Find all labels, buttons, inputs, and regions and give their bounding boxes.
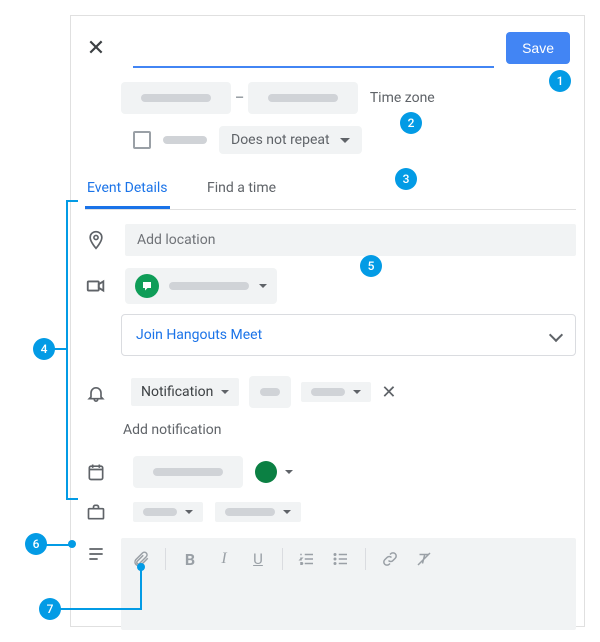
bulleted-list-icon[interactable] xyxy=(331,549,351,569)
start-datetime[interactable] xyxy=(121,82,231,114)
recurrence-select[interactable]: Does not repeat xyxy=(219,126,362,154)
save-button[interactable]: Save xyxy=(506,32,570,64)
add-notification-button[interactable]: Add notification xyxy=(121,422,222,438)
numbered-list-icon[interactable] xyxy=(297,549,317,569)
event-title-input[interactable] xyxy=(133,28,494,68)
timezone-link[interactable]: Time zone xyxy=(370,90,435,106)
allday-label xyxy=(163,136,207,144)
annotation-badge-1: 1 xyxy=(549,70,571,92)
link-icon[interactable] xyxy=(380,549,400,569)
chevron-down-icon xyxy=(259,284,267,288)
description-icon xyxy=(86,544,106,564)
briefcase-icon xyxy=(86,502,106,522)
chevron-down-icon xyxy=(221,390,229,394)
italic-icon[interactable]: I xyxy=(214,549,234,569)
chevron-down-icon xyxy=(285,470,293,474)
chevron-down-icon xyxy=(283,510,291,514)
end-datetime[interactable] xyxy=(248,82,358,114)
notification-unit-select[interactable] xyxy=(301,382,371,402)
underline-icon[interactable]: U xyxy=(248,549,268,569)
video-icon xyxy=(85,275,107,297)
notification-type-select[interactable]: Notification xyxy=(131,378,239,406)
tab-find-a-time[interactable]: Find a time xyxy=(205,170,278,206)
bell-icon xyxy=(86,382,106,402)
color-swatch xyxy=(255,461,277,483)
calendar-icon xyxy=(86,462,106,482)
description-editor[interactable]: B I U xyxy=(121,538,576,630)
annotation-badge-5: 5 xyxy=(360,255,382,277)
annotation-badge-7: 7 xyxy=(39,598,61,620)
conferencing-select[interactable] xyxy=(125,268,277,304)
hangouts-meet-icon xyxy=(135,274,159,298)
chevron-down-icon xyxy=(185,510,193,514)
annotation-badge-2: 2 xyxy=(400,112,422,134)
annotation-badge-6: 6 xyxy=(25,533,47,555)
close-icon[interactable]: ✕ xyxy=(87,36,105,61)
availability-select[interactable] xyxy=(133,502,203,522)
visibility-select[interactable] xyxy=(215,502,301,522)
location-icon xyxy=(86,230,106,250)
remove-notification-button[interactable]: ✕ xyxy=(381,382,396,403)
tab-event-details[interactable]: Event Details xyxy=(85,170,170,209)
bold-icon[interactable]: B xyxy=(180,549,200,569)
event-color-select[interactable] xyxy=(255,461,293,483)
calendar-select[interactable] xyxy=(133,456,243,488)
annotation-badge-3: 3 xyxy=(395,168,417,190)
chevron-down-icon xyxy=(353,390,361,394)
allday-checkbox[interactable] xyxy=(133,131,151,149)
date-separator: – xyxy=(235,90,244,106)
join-hangouts-meet[interactable]: Join Hangouts Meet xyxy=(121,314,576,356)
notification-value-input[interactable] xyxy=(249,376,291,408)
clear-formatting-icon[interactable] xyxy=(414,549,434,569)
chevron-down-icon xyxy=(549,328,563,342)
annotation-badge-4: 4 xyxy=(33,338,55,360)
location-input[interactable]: Add location xyxy=(125,224,576,256)
chevron-down-icon xyxy=(340,138,350,143)
